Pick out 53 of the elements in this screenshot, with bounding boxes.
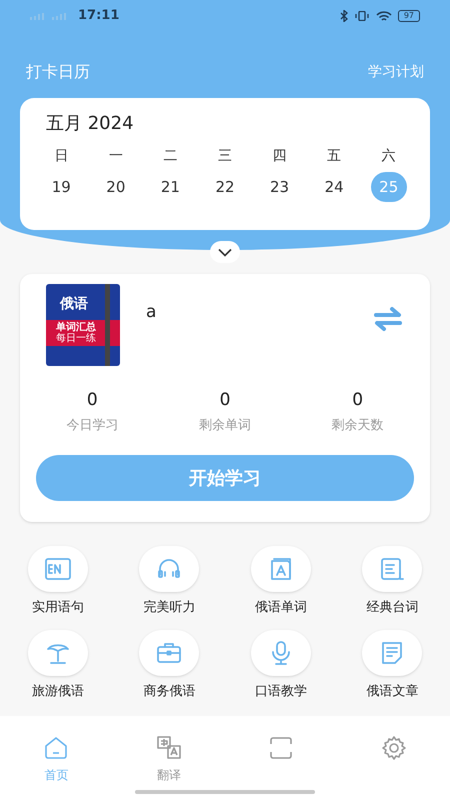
gear-icon bbox=[380, 734, 408, 762]
book-name: a bbox=[146, 301, 158, 324]
feature-button[interactable] bbox=[250, 630, 311, 676]
bluetooth-icon bbox=[340, 10, 348, 22]
feature-label: 旅游俄语 bbox=[32, 682, 84, 700]
stat-label: 剩余天数 bbox=[332, 416, 384, 434]
weekday-label: 一 bbox=[108, 147, 123, 166]
calendar-date[interactable]: 22 bbox=[206, 172, 243, 202]
cover-band-text: 单词汇总 bbox=[56, 322, 97, 333]
feature-button[interactable] bbox=[362, 630, 422, 676]
weekday-label: 日 bbox=[54, 147, 68, 166]
calendar-date[interactable]: 23 bbox=[262, 172, 298, 202]
nav-label: 首页 bbox=[44, 767, 68, 784]
calendar-date[interactable]: 20 bbox=[98, 172, 134, 202]
expand-button[interactable] bbox=[210, 241, 240, 263]
feature-button[interactable] bbox=[139, 546, 200, 592]
calendar-date[interactable]: 21 bbox=[152, 172, 188, 202]
header-title: 打卡日历 bbox=[26, 61, 90, 83]
feature-button[interactable] bbox=[28, 546, 88, 592]
feature-button[interactable] bbox=[139, 630, 200, 676]
stat-value: 0 bbox=[220, 389, 230, 412]
calendar-date[interactable]: 19 bbox=[43, 172, 80, 202]
feature-label: 经典台词 bbox=[366, 599, 418, 617]
feature-label: 完美听力 bbox=[143, 599, 196, 617]
stat-label: 剩余单词 bbox=[198, 416, 251, 434]
feature-label: 商务俄语 bbox=[143, 682, 196, 700]
feature-label: 实用语句 bbox=[32, 599, 84, 617]
feature-label: 俄语文章 bbox=[366, 682, 418, 700]
battery-indicator: 97 bbox=[398, 10, 420, 22]
stat-label: 今日学习 bbox=[66, 416, 118, 434]
vibrate-icon bbox=[354, 11, 370, 21]
weekday-label: 四 bbox=[272, 147, 287, 166]
stat-value: 0 bbox=[352, 389, 364, 412]
chevron-down-icon bbox=[217, 248, 233, 256]
weekday-label: 三 bbox=[218, 147, 232, 166]
cover-subtitle: 每日一练 bbox=[56, 333, 97, 344]
feature-label: 俄语单词 bbox=[254, 599, 307, 617]
calendar-month: 五月 2024 bbox=[46, 112, 135, 136]
feature-label: 口语教学 bbox=[254, 682, 307, 700]
translate-icon bbox=[154, 734, 183, 762]
weekday-label: 二 bbox=[163, 147, 178, 166]
feature-button[interactable] bbox=[28, 630, 88, 676]
status-time: 17:11 bbox=[78, 7, 120, 26]
stat-value: 0 bbox=[86, 389, 98, 412]
weekday-label: 六 bbox=[382, 147, 396, 166]
swap-icon[interactable] bbox=[372, 306, 404, 332]
calendar-date[interactable]: 24 bbox=[316, 172, 352, 202]
nav-label: 翻译 bbox=[156, 767, 181, 784]
weekday-label: 五 bbox=[327, 147, 342, 166]
wifi-icon bbox=[376, 10, 392, 22]
feature-button[interactable] bbox=[250, 546, 311, 592]
cover-title: 俄语 bbox=[58, 295, 89, 314]
feature-button[interactable] bbox=[362, 546, 422, 592]
